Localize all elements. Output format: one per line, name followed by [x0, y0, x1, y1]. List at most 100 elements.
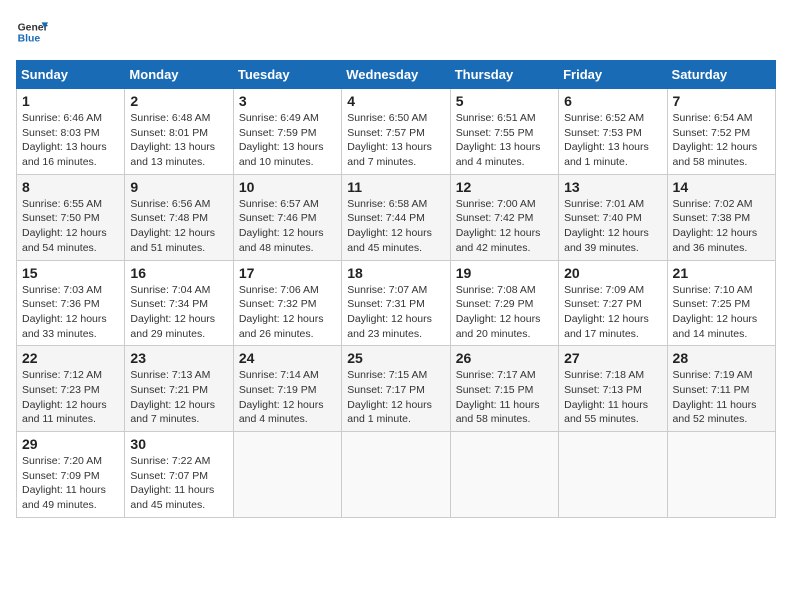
day-info: Sunrise: 6:51 AM Sunset: 7:55 PM Dayligh… — [456, 111, 553, 170]
day-number: 18 — [347, 265, 444, 281]
day-number: 12 — [456, 179, 553, 195]
day-number: 29 — [22, 436, 119, 452]
day-info: Sunrise: 7:20 AM Sunset: 7:09 PM Dayligh… — [22, 454, 119, 513]
day-info: Sunrise: 6:52 AM Sunset: 7:53 PM Dayligh… — [564, 111, 661, 170]
day-info: Sunrise: 7:08 AM Sunset: 7:29 PM Dayligh… — [456, 283, 553, 342]
day-info: Sunrise: 6:56 AM Sunset: 7:48 PM Dayligh… — [130, 197, 227, 256]
table-row: 11Sunrise: 6:58 AM Sunset: 7:44 PM Dayli… — [342, 174, 450, 260]
table-row: 13 Sunrise: 7:01 AM Sunset: 7:40 PM Dayli… — [559, 174, 667, 260]
day-number: 17 — [239, 265, 336, 281]
table-row: 9 Sunrise: 6:56 AM Sunset: 7:48 PM Daylig… — [125, 174, 233, 260]
day-info: Sunrise: 7:07 AM Sunset: 7:31 PM Dayligh… — [347, 283, 444, 342]
header: General Blue — [16, 16, 776, 48]
day-number: 27 — [564, 350, 661, 366]
day-info: Sunrise: 6:55 AM Sunset: 7:50 PM Dayligh… — [22, 197, 119, 256]
day-info: Sunrise: 7:10 AM Sunset: 7:25 PM Dayligh… — [673, 283, 770, 342]
day-info: Sunrise: 7:12 AM Sunset: 7:23 PM Dayligh… — [22, 368, 119, 427]
col-header-saturday: Saturday — [667, 61, 775, 89]
day-info: Sunrise: 7:22 AM Sunset: 7:07 PM Dayligh… — [130, 454, 227, 513]
day-info: Sunrise: 7:17 AM Sunset: 7:15 PM Dayligh… — [456, 368, 553, 427]
col-header-thursday: Thursday — [450, 61, 558, 89]
table-row: 21 Sunrise: 7:10 AM Sunset: 7:25 PM Dayli… — [667, 260, 775, 346]
day-number: 26 — [456, 350, 553, 366]
table-row: 8 Sunrise: 6:55 AM Sunset: 7:50 PM Daylig… — [17, 174, 125, 260]
table-row: 29 Sunrise: 7:20 AM Sunset: 7:09 PM Dayli… — [17, 432, 125, 518]
table-row: 25 Sunrise: 7:15 AM Sunset: 7:17 PM Dayli… — [342, 346, 450, 432]
day-info: Sunrise: 7:19 AM Sunset: 7:11 PM Dayligh… — [673, 368, 770, 427]
table-row: 19 Sunrise: 7:08 AM Sunset: 7:29 PM Dayli… — [450, 260, 558, 346]
col-header-sunday: Sunday — [17, 61, 125, 89]
day-number: 25 — [347, 350, 444, 366]
day-number: 24 — [239, 350, 336, 366]
table-row — [450, 432, 558, 518]
table-row: 26 Sunrise: 7:17 AM Sunset: 7:15 PM Dayli… — [450, 346, 558, 432]
table-row: 10 Sunrise: 6:57 AM Sunset: 7:46 PM Dayli… — [233, 174, 341, 260]
table-row: 30 Sunrise: 7:22 AM Sunset: 7:07 PM Dayli… — [125, 432, 233, 518]
day-number: 1 — [22, 93, 119, 109]
day-number: 19 — [456, 265, 553, 281]
day-number: 23 — [130, 350, 227, 366]
col-header-monday: Monday — [125, 61, 233, 89]
table-row — [559, 432, 667, 518]
table-row: 5 Sunrise: 6:51 AM Sunset: 7:55 PM Daylig… — [450, 89, 558, 175]
table-row: 1 Sunrise: 6:46 AM Sunset: 8:03 PM Daylig… — [17, 89, 125, 175]
day-number: 10 — [239, 179, 336, 195]
day-info: Sunrise: 7:02 AM Sunset: 7:38 PM Dayligh… — [673, 197, 770, 256]
day-number: 4 — [347, 93, 444, 109]
table-row: 3 Sunrise: 6:49 AM Sunset: 7:59 PM Daylig… — [233, 89, 341, 175]
table-row: 27 Sunrise: 7:18 AM Sunset: 7:13 PM Dayli… — [559, 346, 667, 432]
table-row: 22 Sunrise: 7:12 AM Sunset: 7:23 PM Dayli… — [17, 346, 125, 432]
day-number: 14 — [673, 179, 770, 195]
table-row: 12 Sunrise: 7:00 AM Sunset: 7:42 PM Dayli… — [450, 174, 558, 260]
table-row: 6 Sunrise: 6:52 AM Sunset: 7:53 PM Daylig… — [559, 89, 667, 175]
day-info: Sunrise: 7:06 AM Sunset: 7:32 PM Dayligh… — [239, 283, 336, 342]
table-row: 14 Sunrise: 7:02 AM Sunset: 7:38 PM Dayli… — [667, 174, 775, 260]
day-number: 2 — [130, 93, 227, 109]
table-row: 20 Sunrise: 7:09 AM Sunset: 7:27 PM Dayli… — [559, 260, 667, 346]
day-number: 30 — [130, 436, 227, 452]
table-row — [342, 432, 450, 518]
logo-icon: General Blue — [16, 16, 48, 48]
table-row: 7 Sunrise: 6:54 AM Sunset: 7:52 PM Daylig… — [667, 89, 775, 175]
table-row: 24 Sunrise: 7:14 AM Sunset: 7:19 PM Dayli… — [233, 346, 341, 432]
table-row: 17 Sunrise: 7:06 AM Sunset: 7:32 PM Dayli… — [233, 260, 341, 346]
table-row: 15Sunrise: 7:03 AM Sunset: 7:36 PM Dayli… — [17, 260, 125, 346]
day-number: 20 — [564, 265, 661, 281]
day-info: Sunrise: 6:50 AM Sunset: 7:57 PM Dayligh… — [347, 111, 444, 170]
day-info: Sunrise: 7:14 AM Sunset: 7:19 PM Dayligh… — [239, 368, 336, 427]
day-number: 21 — [673, 265, 770, 281]
day-number: 5 — [456, 93, 553, 109]
table-row — [233, 432, 341, 518]
table-row — [667, 432, 775, 518]
day-info: Sunrise: 7:00 AM Sunset: 7:42 PM Dayligh… — [456, 197, 553, 256]
table-row: 2 Sunrise: 6:48 AM Sunset: 8:01 PM Daylig… — [125, 89, 233, 175]
col-header-friday: Friday — [559, 61, 667, 89]
day-info: Sunrise: 7:03 AM Sunset: 7:36 PM Dayligh… — [22, 283, 119, 342]
day-info: Sunrise: 7:18 AM Sunset: 7:13 PM Dayligh… — [564, 368, 661, 427]
table-row: 16Sunrise: 7:04 AM Sunset: 7:34 PM Dayli… — [125, 260, 233, 346]
day-number: 9 — [130, 179, 227, 195]
day-info: Sunrise: 7:01 AM Sunset: 7:40 PM Dayligh… — [564, 197, 661, 256]
day-info: Sunrise: 7:13 AM Sunset: 7:21 PM Dayligh… — [130, 368, 227, 427]
svg-text:Blue: Blue — [18, 34, 41, 45]
table-row: 4 Sunrise: 6:50 AM Sunset: 7:57 PM Daylig… — [342, 89, 450, 175]
day-info: Sunrise: 6:54 AM Sunset: 7:52 PM Dayligh… — [673, 111, 770, 170]
day-info: Sunrise: 6:48 AM Sunset: 8:01 PM Dayligh… — [130, 111, 227, 170]
day-number: 16 — [130, 265, 227, 281]
col-header-tuesday: Tuesday — [233, 61, 341, 89]
day-number: 6 — [564, 93, 661, 109]
table-row: 23 Sunrise: 7:13 AM Sunset: 7:21 PM Dayli… — [125, 346, 233, 432]
day-number: 22 — [22, 350, 119, 366]
day-info: Sunrise: 6:57 AM Sunset: 7:46 PM Dayligh… — [239, 197, 336, 256]
col-header-wednesday: Wednesday — [342, 61, 450, 89]
day-number: 7 — [673, 93, 770, 109]
day-info: Sunrise: 7:15 AM Sunset: 7:17 PM Dayligh… — [347, 368, 444, 427]
day-number: 13 — [564, 179, 661, 195]
day-info: Sunrise: 6:46 AM Sunset: 8:03 PM Dayligh… — [22, 111, 119, 170]
day-number: 28 — [673, 350, 770, 366]
day-info: Sunrise: 6:49 AM Sunset: 7:59 PM Dayligh… — [239, 111, 336, 170]
calendar-table: SundayMondayTuesdayWednesdayThursdayFrid… — [16, 60, 776, 518]
day-number: 3 — [239, 93, 336, 109]
day-info: Sunrise: 7:09 AM Sunset: 7:27 PM Dayligh… — [564, 283, 661, 342]
day-number: 8 — [22, 179, 119, 195]
